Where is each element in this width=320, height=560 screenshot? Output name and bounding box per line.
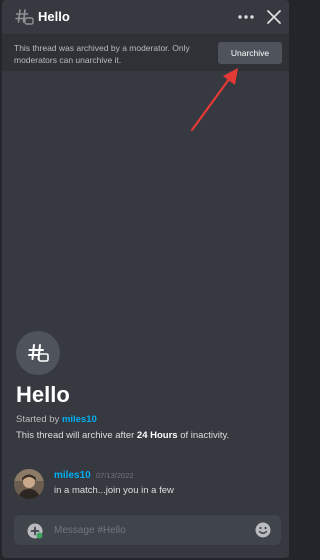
message-text: in a match...join you in a few bbox=[54, 485, 174, 496]
message-timestamp: 07/13/2022 bbox=[96, 471, 134, 480]
started-by-label: Started by bbox=[16, 414, 62, 425]
archive-info-prefix: This thread will archive after bbox=[16, 430, 137, 441]
thread-panel: Hello This thread was archived by a mode… bbox=[2, 0, 289, 558]
thread-title: Hello bbox=[38, 9, 70, 24]
message-item: miles10 07/13/2022 in a match...join you… bbox=[2, 462, 289, 504]
archive-info-line: This thread will archive after 24 Hours … bbox=[16, 430, 229, 441]
emoji-icon[interactable] bbox=[255, 522, 271, 538]
avatar[interactable] bbox=[14, 469, 44, 499]
started-by-line: Started by miles10 bbox=[16, 414, 97, 425]
thread-header: Hello bbox=[2, 0, 289, 35]
archive-duration: 24 Hours bbox=[136, 430, 178, 441]
message-composer bbox=[14, 515, 281, 545]
thread-start-icon bbox=[16, 331, 60, 375]
attach-plus-icon[interactable] bbox=[27, 523, 43, 539]
more-dots-icon[interactable] bbox=[236, 7, 256, 27]
message-author[interactable]: miles10 bbox=[54, 470, 91, 481]
archive-banner: This thread was archived by a moderator.… bbox=[2, 35, 289, 71]
archive-notice-text: This thread was archived by a moderator.… bbox=[14, 43, 190, 65]
started-by-author[interactable]: miles10 bbox=[62, 414, 97, 425]
thread-hash-icon bbox=[15, 9, 34, 25]
annotation-arrow-icon bbox=[190, 68, 238, 132]
archive-info-suffix: of inactivity. bbox=[177, 430, 230, 441]
unarchive-button[interactable]: Unarchive bbox=[218, 42, 282, 64]
close-icon[interactable] bbox=[264, 7, 284, 27]
message-input[interactable] bbox=[54, 522, 244, 538]
thread-hash-icon bbox=[28, 344, 49, 362]
thread-start-title: Hello bbox=[16, 382, 70, 407]
avatar-image bbox=[14, 469, 44, 499]
